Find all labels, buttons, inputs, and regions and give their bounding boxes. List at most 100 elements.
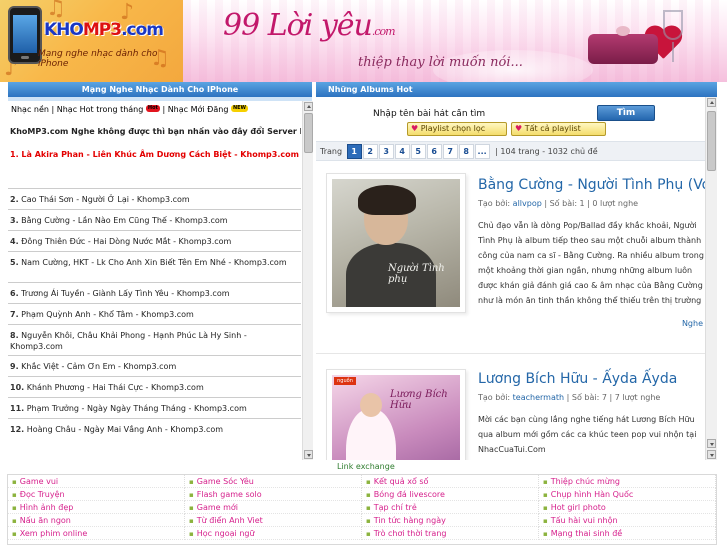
page-button[interactable]: 2 [362, 144, 378, 159]
exchange-link[interactable]: Hot girl photo [539, 501, 716, 514]
scrollbar-thumb[interactable] [707, 111, 716, 171]
server-notice-link[interactable]: KhoMP3.com Nghe không được thì bạn nhấn … [8, 121, 301, 140]
exchange-link[interactable]: Chụp hình Hàn Quốc [539, 488, 716, 501]
song-list-item[interactable]: 2. Cao Thái Sơn - Người Ở Lại - Khomp3.c… [8, 188, 301, 209]
song-title[interactable]: Nguyễn Khôi, Châu Khải Phong - Hạnh Phúc… [10, 331, 247, 351]
song-list-item[interactable]: 11. Phạm Trưởng - Ngày Ngày Tháng Tháng … [8, 397, 301, 418]
exchange-link-text[interactable]: Game vui [20, 477, 58, 486]
song-list-item[interactable]: 12. Hoàng Châu - Ngày Mai Vắng Anh - Kho… [8, 418, 301, 439]
exchange-link[interactable]: Game Sóc Yêu [185, 475, 362, 488]
exchange-link[interactable]: Game mới [185, 501, 362, 514]
album-title[interactable]: Lương Bích Hữu - Ấyda Ấyda [478, 371, 677, 387]
album-cover-frame[interactable]: nguồn Lương Bích Hữu [326, 369, 466, 460]
exchange-link-text[interactable]: Hình ảnh đẹp [20, 503, 74, 512]
exchange-link-text[interactable]: Mạng thai sinh đề [551, 529, 622, 538]
exchange-link-text[interactable]: Tạp chí trẻ [374, 503, 417, 512]
scroll-down-icon[interactable] [707, 439, 716, 448]
exchange-link[interactable]: Kết quả xổ số [362, 475, 539, 488]
featured-song[interactable]: 1. Là Akira Phan - Liên Khúc Âm Dương Cá… [8, 140, 301, 188]
exchange-link[interactable]: Bóng đá livescore [362, 488, 539, 501]
song-list-item[interactable]: 5. Nam Cường, HKT - Lk Cho Anh Xin Biết … [8, 251, 301, 282]
scrollbar-thumb[interactable] [304, 113, 313, 153]
exchange-link[interactable]: Học ngoại ngữ [185, 527, 362, 540]
song-title[interactable]: Bằng Cường - Lần Nào Em Cũng Thế - Khomp… [21, 216, 227, 225]
exchange-link-text[interactable]: Bóng đá livescore [374, 490, 445, 499]
exchange-link-text[interactable]: Đọc Truyện [20, 490, 65, 499]
exchange-link-text[interactable]: Học ngoại ngữ [197, 529, 255, 538]
page-button[interactable]: 1 [346, 144, 362, 159]
exchange-link[interactable]: Đọc Truyện [8, 488, 185, 501]
exchange-link-text[interactable]: Từ điển Anh Viet [197, 516, 263, 525]
listen-link[interactable]: Nghe [682, 319, 703, 328]
album-cover-image[interactable]: Người Tình phụ [332, 179, 460, 307]
page-button[interactable]: ... [474, 144, 490, 159]
page-button[interactable]: 7 [442, 144, 458, 159]
exchange-link-text[interactable]: Nấu ăn ngon [20, 516, 71, 525]
scroll-down-icon[interactable] [304, 450, 313, 459]
search-button[interactable]: Tìm [597, 105, 655, 121]
exchange-link[interactable]: Trò chơi thời trang [362, 527, 539, 540]
tab-hot-this-month[interactable]: Nhạc Hot trong tháng [57, 105, 144, 114]
song-list-item[interactable]: 9. Khắc Việt - Cảm Ơn Em - Khomp3.com [8, 355, 301, 376]
exchange-link[interactable]: Tin tức hàng ngày [362, 514, 539, 527]
page-button[interactable]: 5 [410, 144, 426, 159]
exchange-link-text[interactable]: Thiệp chúc mừng [551, 477, 620, 486]
song-list-item[interactable]: 4. Đông Thiên Đức - Hai Dòng Nước Mắt - … [8, 230, 301, 251]
tab-new-uploads[interactable]: Nhạc Mới Đăng [168, 105, 229, 114]
song-list-item[interactable]: 7. Phạm Quỳnh Anh - Khổ Tâm - Khomp3.com [8, 303, 301, 324]
exchange-link-text[interactable]: Tấu hài vui nhộn [551, 516, 618, 525]
exchange-link-text[interactable]: Flash game solo [197, 490, 262, 499]
author-link[interactable]: allvpop [513, 199, 542, 208]
exchange-link-text[interactable]: Chụp hình Hàn Quốc [551, 490, 634, 499]
song-title[interactable]: Đông Thiên Đức - Hai Dòng Nước Mắt - Kho… [21, 237, 231, 246]
author-link[interactable]: teachermath [513, 393, 564, 402]
exchange-link[interactable]: Hình ảnh đẹp [8, 501, 185, 514]
scroll-up-icon[interactable] [304, 102, 313, 111]
exchange-link-text[interactable]: Tin tức hàng ngày [374, 516, 446, 525]
song-title[interactable]: Cao Thái Sơn - Người Ở Lại - Khomp3.com [21, 195, 190, 204]
exchange-link[interactable]: Flash game solo [185, 488, 362, 501]
exchange-link[interactable]: Xem phim online [8, 527, 185, 540]
song-title[interactable]: Phạm Quỳnh Anh - Khổ Tâm - Khomp3.com [21, 310, 194, 319]
page-button[interactable]: 3 [378, 144, 394, 159]
page-button[interactable]: 6 [426, 144, 442, 159]
album-cover-image[interactable]: nguồn Lương Bích Hữu [332, 375, 460, 460]
page-button[interactable]: 8 [458, 144, 474, 159]
song-title[interactable]: Phạm Trưởng - Ngày Ngày Tháng Tháng - Kh… [27, 404, 247, 413]
song-title[interactable]: Nam Cường, HKT - Lk Cho Anh Xin Biết Tên… [21, 258, 286, 267]
song-title[interactable]: Khánh Phương - Hai Thái Cực - Khomp3.com [27, 383, 204, 392]
page-button[interactable]: 4 [394, 144, 410, 159]
exchange-link-text[interactable]: Xem phim online [20, 529, 88, 538]
song-title[interactable]: Khắc Việt - Cảm Ơn Em - Khomp3.com [21, 362, 176, 371]
exchange-link[interactable]: Nấu ăn ngon [8, 514, 185, 527]
tab-background-music[interactable]: Nhạc nền [11, 105, 49, 114]
exchange-link[interactable]: Mạng thai sinh đề [539, 527, 716, 540]
site-logo[interactable]: ♫ ♪ ♫ ♪ KHOMP3.com Mạng nghe nhạc dành c… [0, 0, 183, 82]
exchange-link[interactable]: Thiệp chúc mừng [539, 475, 716, 488]
right-scrollbar[interactable] [705, 97, 717, 460]
scroll-up-icon[interactable] [707, 98, 716, 107]
exchange-link-text[interactable]: Game mới [197, 503, 238, 512]
exchange-link[interactable]: Tạp chí trẻ [362, 501, 539, 514]
song-list-item[interactable]: 6. Trương Ái Tuyền - Giành Lấy Tình Yêu … [8, 282, 301, 303]
exchange-link[interactable]: Game vui [8, 475, 185, 488]
exchange-link[interactable]: Tấu hài vui nhộn [539, 514, 716, 527]
exchange-link-text[interactable]: Trò chơi thời trang [374, 529, 447, 538]
left-scrollbar[interactable] [302, 101, 313, 460]
playlist-chosen-button[interactable]: ♥ Playlist chọn lọc [407, 122, 507, 136]
album-cover-frame[interactable]: Người Tình phụ [326, 173, 466, 313]
search-input[interactable] [368, 106, 584, 121]
scroll-down-icon[interactable] [707, 450, 716, 459]
album-title[interactable]: Bằng Cường - Người Tình Phụ (Vol [478, 177, 705, 193]
exchange-link-text[interactable]: Hot girl photo [551, 503, 606, 512]
song-list-item[interactable]: 3. Bằng Cường - Lần Nào Em Cũng Thế - Kh… [8, 209, 301, 230]
banner-ad[interactable]: 99 Lời yêu.com thiệp thay lời muốn nói..… [183, 0, 727, 82]
exchange-link-text[interactable]: Kết quả xổ số [374, 477, 429, 486]
song-title[interactable]: Trương Ái Tuyền - Giành Lấy Tình Yêu - K… [21, 289, 229, 298]
song-list-item[interactable]: 10. Khánh Phương - Hai Thái Cực - Khomp3… [8, 376, 301, 397]
exchange-link[interactable]: Từ điển Anh Viet [185, 514, 362, 527]
song-title[interactable]: Hoàng Châu - Ngày Mai Vắng Anh - Khomp3.… [27, 425, 223, 434]
song-list-item[interactable]: 8. Nguyễn Khôi, Châu Khải Phong - Hạnh P… [8, 324, 301, 355]
playlist-all-button[interactable]: ♥ Tất cả playlist [511, 122, 606, 136]
exchange-link-text[interactable]: Game Sóc Yêu [197, 477, 254, 486]
